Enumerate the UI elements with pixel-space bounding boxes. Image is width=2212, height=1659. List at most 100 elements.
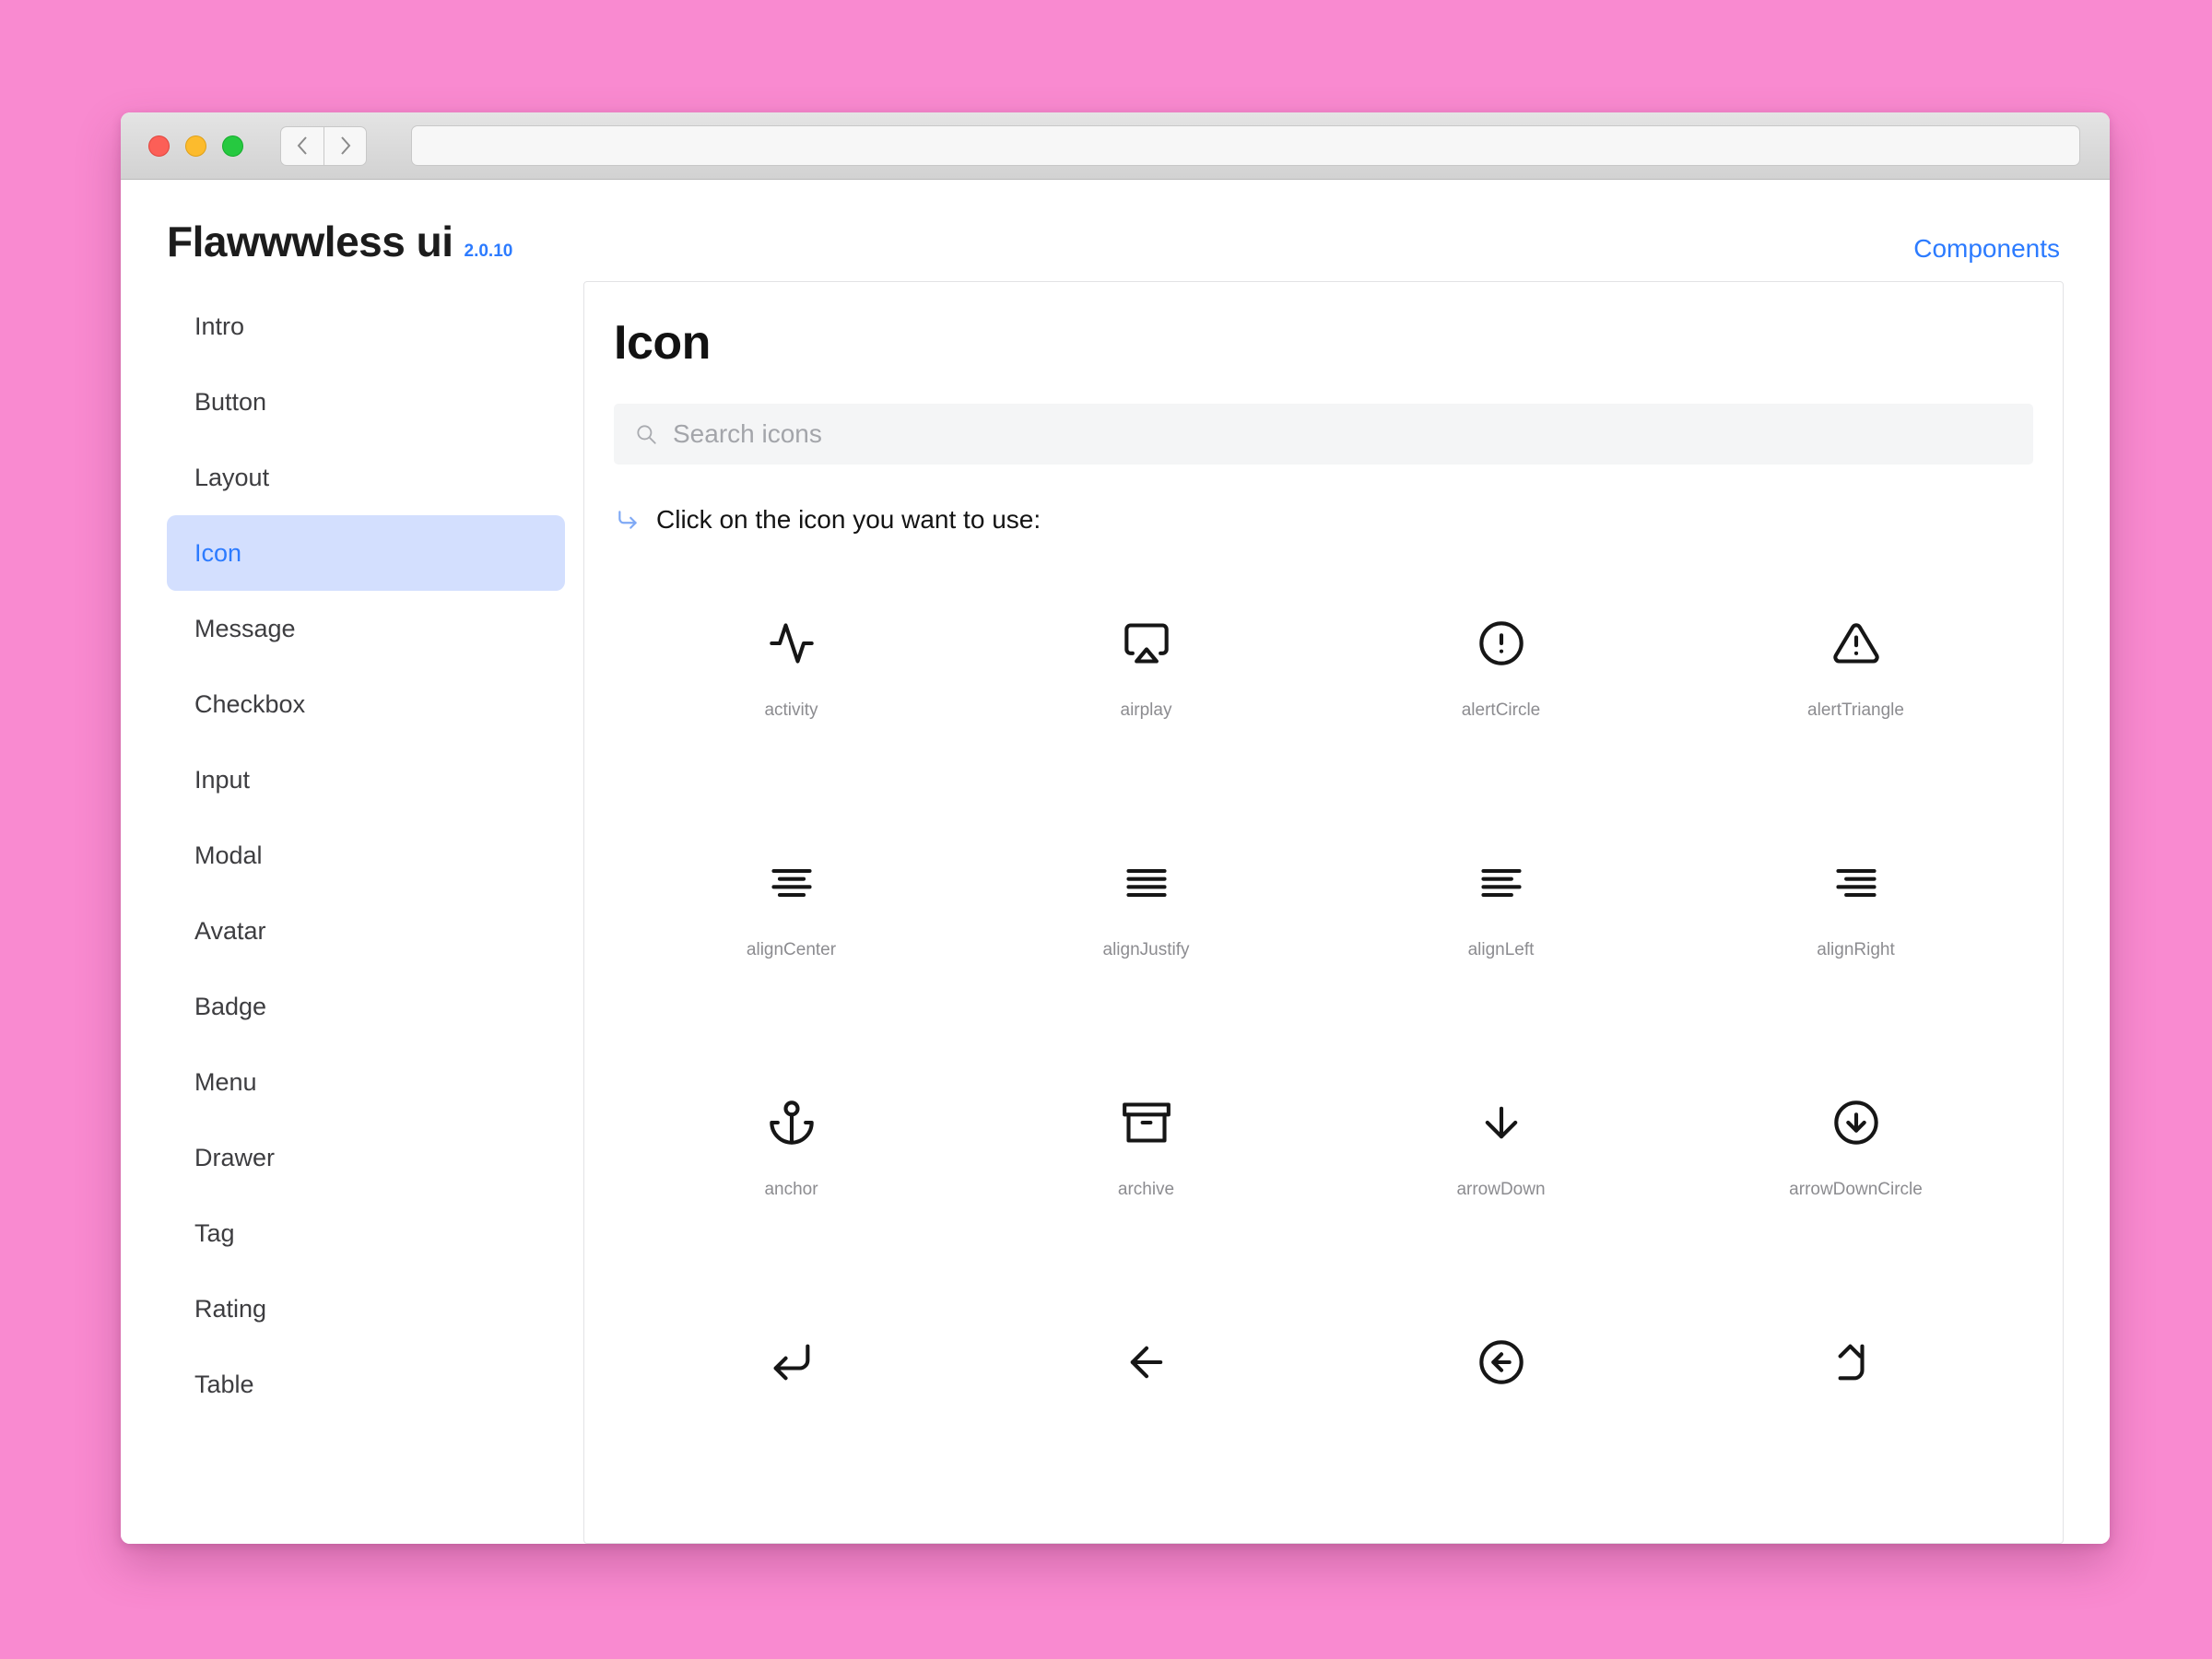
align-right-icon bbox=[1832, 859, 1880, 907]
alert-circle-icon bbox=[1477, 619, 1525, 667]
browser-titlebar bbox=[121, 112, 2110, 180]
version-badge: 2.0.10 bbox=[464, 241, 513, 261]
icon-label: arrowDown bbox=[1456, 1180, 1546, 1199]
page-content: Flawwwless ui 2.0.10 Components Intro But… bbox=[121, 180, 2110, 1544]
icon-label: anchor bbox=[764, 1180, 818, 1199]
sidebar-item-rating[interactable]: Rating bbox=[167, 1271, 565, 1347]
align-justify-icon bbox=[1123, 859, 1171, 907]
arrow-left-icon bbox=[1123, 1338, 1171, 1386]
sidebar-item-layout[interactable]: Layout bbox=[167, 440, 565, 515]
sidebar-item-label: Modal bbox=[194, 841, 263, 869]
sidebar-item-label: Menu bbox=[194, 1067, 257, 1096]
icon-label: arrowDownCircle bbox=[1789, 1180, 1923, 1199]
arrow-left-circle-icon bbox=[1477, 1338, 1525, 1386]
arrow-down-circle-icon bbox=[1832, 1099, 1880, 1147]
browser-window: Flawwwless ui 2.0.10 Components Intro But… bbox=[121, 112, 2110, 1544]
icon-cell-alertTriangle[interactable]: alertTriangle bbox=[1678, 584, 2033, 824]
icon-label: alignJustify bbox=[1102, 940, 1190, 959]
sidebar-item-label: Intro bbox=[194, 312, 245, 340]
icon-label: archive bbox=[1117, 1180, 1175, 1199]
sidebar-item-label: Table bbox=[194, 1370, 254, 1398]
hint-row: Click on the icon you want to use: bbox=[616, 505, 2033, 535]
back-button[interactable] bbox=[280, 125, 324, 166]
icon-cell-alignCenter[interactable]: alignCenter bbox=[614, 824, 969, 1064]
sidebar-item-label: Button bbox=[194, 387, 267, 416]
airplay-icon bbox=[1123, 619, 1171, 667]
activity-icon bbox=[768, 619, 816, 667]
icon-label: alignRight bbox=[1817, 940, 1895, 959]
sidebar-item-badge[interactable]: Badge bbox=[167, 969, 565, 1044]
icon-cell-activity[interactable]: activity bbox=[614, 584, 969, 824]
panel-title: Icon bbox=[614, 316, 711, 370]
icon-cell[interactable] bbox=[614, 1303, 969, 1543]
sidebar-item-label: Layout bbox=[194, 463, 270, 491]
arrow-down-icon bbox=[1477, 1099, 1525, 1147]
page-title: Flawwwless ui bbox=[167, 218, 453, 265]
url-bar[interactable] bbox=[411, 125, 2080, 166]
traffic-lights bbox=[148, 135, 243, 157]
sidebar-item-label: Avatar bbox=[194, 916, 266, 945]
icon-cell[interactable] bbox=[1678, 1303, 2033, 1543]
browser-nav-buttons bbox=[280, 125, 367, 166]
sidebar-item-label: Badge bbox=[194, 992, 267, 1020]
icon-grid: activity airplay alertCircle alertTriangle a… bbox=[614, 584, 2033, 1543]
sidebar-item-label: Icon bbox=[194, 538, 242, 567]
icon-cell-alignRight[interactable]: alignRight bbox=[1678, 824, 2033, 1064]
sidebar-item-label: Message bbox=[194, 614, 296, 642]
forward-button[interactable] bbox=[324, 125, 367, 166]
search-input[interactable] bbox=[673, 419, 2013, 449]
sidebar-item-menu[interactable]: Menu bbox=[167, 1044, 565, 1120]
icon-label: alignLeft bbox=[1467, 940, 1535, 959]
icon-label: activity bbox=[764, 700, 818, 720]
corner-down-left-icon bbox=[768, 1338, 816, 1386]
anchor-icon bbox=[768, 1099, 816, 1147]
sidebar-item-label: Checkbox bbox=[194, 689, 306, 718]
sidebar: Intro Button Layout Icon Message Checkbox Inpu… bbox=[167, 281, 565, 1544]
align-center-icon bbox=[768, 859, 816, 907]
sidebar-item-message[interactable]: Message bbox=[167, 591, 565, 666]
sidebar-item-label: Tag bbox=[194, 1218, 235, 1247]
icon-cell-anchor[interactable]: anchor bbox=[614, 1064, 969, 1303]
sidebar-item-label: Rating bbox=[194, 1294, 267, 1323]
sidebar-item-checkbox[interactable]: Checkbox bbox=[167, 666, 565, 742]
alert-triangle-icon bbox=[1832, 619, 1880, 667]
icon-cell-alertCircle[interactable]: alertCircle bbox=[1324, 584, 1678, 824]
sidebar-item-avatar[interactable]: Avatar bbox=[167, 893, 565, 969]
close-window-button[interactable] bbox=[148, 135, 170, 157]
icon-cell-arrowDown[interactable]: arrowDown bbox=[1324, 1064, 1678, 1303]
icon-cell-archive[interactable]: archive bbox=[969, 1064, 1324, 1303]
icon-cell-alignLeft[interactable]: alignLeft bbox=[1324, 824, 1678, 1064]
sidebar-item-intro[interactable]: Intro bbox=[167, 288, 565, 364]
align-left-icon bbox=[1477, 859, 1525, 907]
sidebar-item-icon[interactable]: Icon bbox=[167, 515, 565, 591]
sidebar-item-label: Drawer bbox=[194, 1143, 276, 1171]
sidebar-item-modal[interactable]: Modal bbox=[167, 818, 565, 893]
icon-cell-arrowDownCircle[interactable]: arrowDownCircle bbox=[1678, 1064, 2033, 1303]
zoom-window-button[interactable] bbox=[222, 135, 243, 157]
icon-cell[interactable] bbox=[1324, 1303, 1678, 1543]
sidebar-item-table[interactable]: Table bbox=[167, 1347, 565, 1422]
icon-cell[interactable] bbox=[969, 1303, 1324, 1543]
icon-cell-airplay[interactable]: airplay bbox=[969, 584, 1324, 824]
minimize-window-button[interactable] bbox=[185, 135, 206, 157]
chevron-left-icon bbox=[297, 136, 307, 155]
arrow-up-left-icon bbox=[1832, 1338, 1880, 1386]
site-header: Flawwwless ui 2.0.10 Components bbox=[143, 180, 2088, 281]
sidebar-item-label: Input bbox=[194, 765, 251, 794]
icon-label: alertCircle bbox=[1461, 700, 1541, 720]
search-box[interactable] bbox=[614, 404, 2033, 465]
chevron-right-icon bbox=[340, 136, 350, 155]
icon-label: alertTriangle bbox=[1807, 700, 1904, 720]
sidebar-item-button[interactable]: Button bbox=[167, 364, 565, 440]
components-link[interactable]: Components bbox=[1913, 234, 2060, 264]
hint-text: Click on the icon you want to use: bbox=[656, 505, 1041, 534]
sidebar-item-drawer[interactable]: Drawer bbox=[167, 1120, 565, 1195]
sidebar-item-input[interactable]: Input bbox=[167, 742, 565, 818]
archive-icon bbox=[1122, 1099, 1171, 1147]
icon-label: airplay bbox=[1120, 700, 1172, 720]
sidebar-item-tag[interactable]: Tag bbox=[167, 1195, 565, 1271]
search-icon bbox=[637, 425, 656, 444]
main-panel: Icon Click on the icon y bbox=[583, 281, 2064, 1544]
corner-down-right-icon bbox=[616, 508, 640, 532]
icon-cell-alignJustify[interactable]: alignJustify bbox=[969, 824, 1324, 1064]
